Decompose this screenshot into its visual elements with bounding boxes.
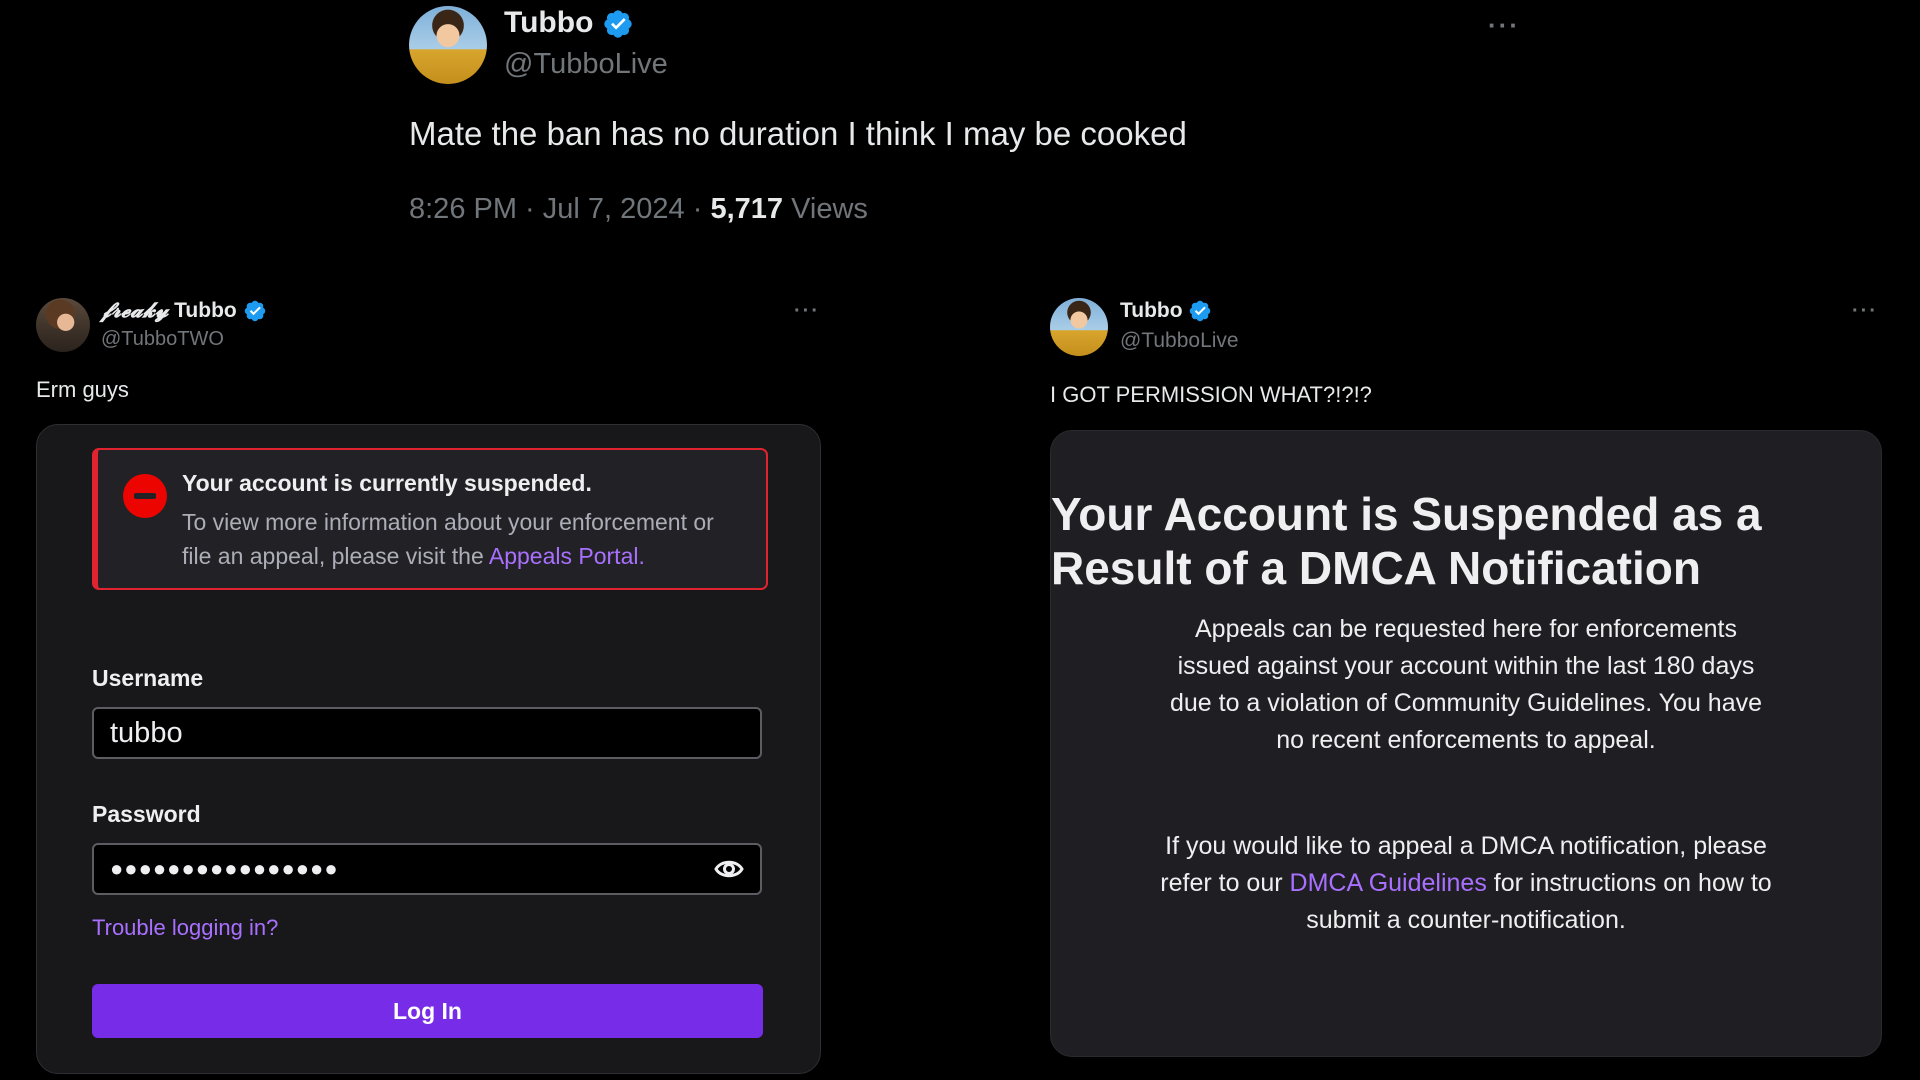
tweet-meta: 8:26 PM · Jul 7, 2024 · 5,717 Views — [409, 193, 868, 226]
error-icon — [123, 474, 167, 518]
alert-body: To view more information about your enfo… — [182, 509, 714, 569]
username-label: Username — [92, 665, 204, 691]
verified-badge-icon — [244, 301, 265, 322]
password-label: Password — [92, 801, 201, 827]
more-horizontal-icon[interactable]: ··· — [1852, 300, 1878, 323]
author-name[interactable]: 𝓯𝓻𝓮𝓪𝓴𝔂 Tubbo — [101, 299, 267, 323]
login-button[interactable]: Log In — [92, 984, 763, 1038]
appeals-portal-link[interactable]: Appeals Portal. — [489, 543, 645, 569]
username-input[interactable]: tubbo — [92, 707, 762, 759]
trouble-logging-in-link[interactable]: Trouble logging in? — [92, 915, 278, 941]
author-name[interactable]: Tubbo — [1120, 299, 1212, 323]
password-input[interactable]: ●●●●●●●●●●●●●●●● — [92, 843, 762, 895]
dmca-paragraph: If you would like to appeal a DMCA notif… — [1160, 832, 1772, 934]
dmca-guidelines-link[interactable]: DMCA Guidelines — [1290, 869, 1487, 897]
tweet-text: Erm guys — [36, 377, 129, 402]
appeals-paragraph: Appeals can be requested here for enforc… — [1169, 615, 1763, 754]
views-label: Views — [783, 193, 868, 225]
avatar[interactable] — [36, 298, 90, 352]
author-handle[interactable]: @TubboLive — [1120, 329, 1239, 353]
author-handle[interactable]: @TubboTWO — [101, 328, 224, 351]
tweet-time[interactable]: 8:26 PM · Jul 7, 2024 · — [409, 193, 710, 225]
password-value: ●●●●●●●●●●●●●●●● — [110, 856, 339, 881]
tweet-text: Mate the ban has no duration I think I m… — [409, 115, 1187, 152]
screenshot-dmca-card: Your Account is Suspended as a Result of… — [1050, 430, 1882, 1057]
suspension-alert: Your account is currently suspended. To … — [92, 448, 768, 590]
more-horizontal-icon[interactable]: ··· — [794, 300, 820, 323]
verified-badge-icon — [604, 10, 632, 38]
alert-title: Your account is currently suspended. — [182, 470, 592, 496]
more-horizontal-icon[interactable]: ··· — [1488, 10, 1520, 41]
verified-badge-icon — [1190, 301, 1211, 322]
name-prefix: 𝓯𝓻𝓮𝓪𝓴𝔂 — [101, 299, 169, 322]
avatar[interactable] — [409, 6, 487, 84]
avatar[interactable] — [1050, 298, 1108, 356]
author-handle[interactable]: @TubboLive — [504, 48, 668, 81]
screenshot-login-card: Your account is currently suspended. To … — [36, 424, 821, 1074]
dmca-title: Your Account is Suspended as a Result of… — [1051, 488, 1762, 594]
tweet-text: I GOT PERMISSION WHAT?!?!? — [1050, 382, 1372, 407]
author-name[interactable]: Tubbo — [504, 6, 634, 40]
views-count: 5,717 — [710, 193, 784, 225]
show-password-icon[interactable] — [714, 857, 744, 881]
